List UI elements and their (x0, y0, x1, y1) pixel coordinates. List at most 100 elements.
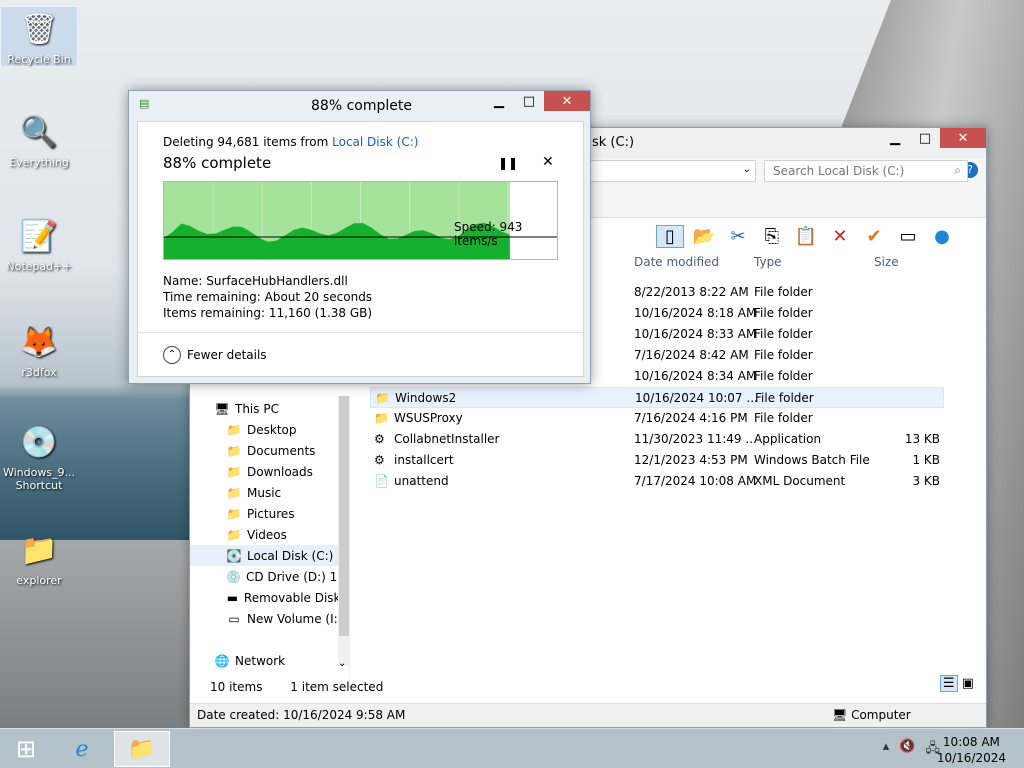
table-row[interactable]: 📄 unattend 7/17/2024 10:08 AM XML Document 3… (370, 471, 944, 492)
desktop-icon-label: Windows_9... Shortcut (2, 466, 76, 492)
desktop-icon-label: r3dfox (21, 366, 57, 379)
nav-scroll-down-icon[interactable]: ⌄ (338, 658, 346, 669)
column-date-modified[interactable]: Date modified (634, 255, 719, 277)
sidebar-item-pictures[interactable]: 📁 Pictures (190, 503, 349, 524)
fewer-details-button[interactable]: ⌃ Fewer details (163, 346, 267, 364)
nav-item-icon: ▭ (228, 611, 240, 626)
sidebar-item-label: CD Drive (D:) 10 E (245, 569, 349, 584)
desktop-icon-recycle-bin[interactable]: 🗑 Recycle Bin (0, 6, 78, 67)
dialog-title: 88% complete (311, 98, 412, 114)
properties-icon[interactable]: 📂 (690, 226, 718, 247)
taskbar: ⊞ ℯ 📁 ▴ 🔇 🖧 10:08 AM 10/16/2024 (0, 728, 1024, 768)
progress-graph: Speed: 943 items/s (163, 181, 558, 260)
minimize-button[interactable]: ▁ (880, 128, 910, 148)
file-date: 12/1/2023 4:53 PM (634, 453, 748, 467)
desktop-icon-windows-9-shortcut[interactable]: 💿 Windows_9... Shortcut (0, 420, 78, 493)
dialog-minimize-button[interactable]: ▁ (484, 91, 514, 111)
dialog-titlebar[interactable]: ▤ 88% complete ▁ □ ✕ (129, 91, 590, 119)
sidebar-item-cd-drive-d-10-e[interactable]: 💿 CD Drive (D:) 10 E (190, 566, 349, 587)
file-type: File folder (754, 306, 813, 320)
sidebar-item-new-volume-i[interactable]: ▭ New Volume (I:) (190, 608, 349, 629)
table-row[interactable]: ⚙ installcert 12/1/2023 4:53 PM Windows Bat… (370, 450, 944, 471)
cancel-button[interactable]: ✕ (542, 154, 554, 170)
table-row[interactable]: ⚙ CollabnetInstaller 11/30/2023 11:49 ... A… (370, 429, 944, 450)
windows-start-icon[interactable]: ⊞ (6, 731, 46, 767)
file-explorer-taskbar-icon[interactable]: 📁 (114, 731, 170, 767)
chevron-up-icon: ⌃ (163, 346, 181, 364)
table-row[interactable]: 📁 Windows2 10/16/2024 10:07 ... File folder (370, 387, 944, 408)
sidebar-item-label: Removable Disk ( (243, 590, 349, 605)
sidebar-item-spacer (190, 629, 349, 650)
large-icons-view-icon[interactable]: ▣ (962, 676, 974, 691)
dialog-maximize-button[interactable]: □ (514, 91, 544, 111)
sidebar-item-music[interactable]: 📁 Music (190, 482, 349, 503)
volume-muted-icon[interactable]: 🔇 (899, 739, 915, 761)
column-size[interactable]: Size (874, 255, 899, 277)
internet-explorer-icon[interactable]: ℯ (60, 731, 104, 767)
file-name: unattend (394, 474, 449, 488)
sidebar-item-local-disk-c[interactable]: 💽 Local Disk (C:) (190, 545, 349, 566)
nav-item-icon: 🖥 (214, 401, 230, 416)
iso-file-icon: 💿 (20, 424, 58, 460)
system-tray: ▴ 🔇 🖧 (883, 739, 940, 761)
table-row[interactable]: 📁 WSUSProxy 7/16/2024 4:16 PM File folder (370, 408, 944, 429)
file-date: 10/16/2024 8:34 AM (634, 369, 757, 383)
sidebar-item-label: This PC (235, 401, 279, 416)
paste-icon[interactable]: 📋 (792, 226, 820, 247)
sidebar-item-documents[interactable]: 📁 Documents (190, 440, 349, 461)
desktop-icon-label: Notepad++ (6, 260, 72, 273)
desktop-icon-label: explorer (16, 574, 62, 587)
local-disk-link[interactable]: Local Disk (C:) (332, 135, 418, 149)
desktop-icon-everything[interactable]: 🔍 Everything (0, 110, 78, 170)
pause-button[interactable]: ❚❚ (498, 156, 518, 170)
xml-document-icon: 📄 (374, 474, 389, 488)
file-size: 3 KB (912, 474, 940, 488)
sidebar-item-videos[interactable]: 📁 Videos (190, 524, 349, 545)
application-icon: ⚙ (374, 432, 385, 446)
search-placeholder: Search Local Disk (C:) (773, 164, 905, 178)
file-type: Windows Batch File (754, 453, 870, 467)
cut-icon[interactable]: ✂ (724, 226, 752, 247)
sidebar-item-desktop[interactable]: 📁 Desktop (190, 419, 349, 440)
nav-scrollbar[interactable] (338, 396, 350, 666)
desktop-icon-notepad[interactable]: 📝 Notepad++ (0, 214, 78, 274)
details-view-icon[interactable]: ☰ (939, 675, 958, 692)
batch-file-icon: ⚙ (374, 453, 385, 467)
file-type: XML Document (754, 474, 846, 488)
time-remaining: Time remaining: About 20 seconds (163, 290, 373, 304)
close-button[interactable]: ✕ (940, 128, 986, 148)
address-bar[interactable]: ⌄ (590, 160, 756, 182)
sidebar-item-label: New Volume (I:) (247, 611, 343, 626)
checkmark-icon[interactable]: ✔ (860, 226, 888, 247)
column-type[interactable]: Type (754, 255, 782, 277)
navigation-pane: 🖥 This PC 📁 Desktop 📁 Documents 📁 Downloads 📁 Mus… (190, 398, 350, 688)
clock[interactable]: 10:08 AM 10/16/2024 (937, 734, 1006, 766)
desktop-icon-r3dfox[interactable]: 🦊 r3dfox (0, 320, 78, 380)
globe-icon[interactable]: ● (928, 226, 956, 247)
nav-item-icon: 📁 (226, 527, 242, 542)
dialog-close-button[interactable]: ✕ (544, 91, 590, 111)
maximize-button[interactable]: □ (910, 128, 940, 148)
file-date: 7/16/2024 8:42 AM (634, 348, 749, 362)
nav-item-icon: 💽 (226, 548, 242, 563)
show-hidden-icons-icon[interactable]: ▴ (883, 739, 890, 761)
sidebar-item-label: Pictures (247, 506, 295, 521)
desktop-icon-explorer[interactable]: 📁 explorer (0, 528, 78, 588)
recycle-bin-icon: 🗑 (19, 11, 59, 47)
view-pane-icon[interactable]: ▯ (656, 224, 684, 248)
search-input[interactable]: Search Local Disk (C:) ⌕ (764, 160, 968, 182)
sidebar-item-downloads[interactable]: 📁 Downloads (190, 461, 349, 482)
sidebar-item-network[interactable]: 🌐 Network (190, 650, 349, 671)
nav-scrollbar-thumb[interactable] (339, 396, 349, 636)
delete-icon[interactable]: ✕ (826, 226, 854, 247)
nav-item-icon: 🌐 (214, 653, 230, 668)
chevron-down-icon[interactable]: ⌄ (743, 164, 751, 175)
file-type: File folder (754, 348, 813, 362)
file-name: WSUSProxy (394, 411, 463, 425)
sidebar-item-label: Network (235, 653, 286, 668)
sidebar-item-this-pc[interactable]: 🖥 This PC (190, 398, 349, 419)
sidebar-item-removable-disk[interactable]: ▬ Removable Disk ( (190, 587, 349, 608)
view-toggle: ☰ ▣ (939, 675, 974, 692)
copy-icon[interactable]: ⎘ (758, 226, 786, 247)
rename-icon[interactable]: ▭ (894, 226, 922, 247)
